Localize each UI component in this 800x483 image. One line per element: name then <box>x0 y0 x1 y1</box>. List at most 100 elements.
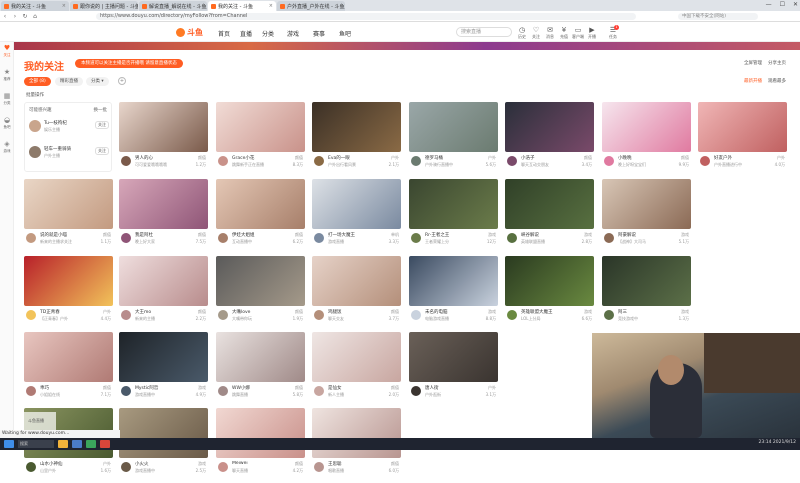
category-tag[interactable]: 颜值 <box>681 155 689 161</box>
sidebar-item[interactable]: ★ 推荐 <box>0 66 14 90</box>
streamer-name[interactable]: 打一场大魔王 <box>328 232 376 238</box>
category-tag[interactable]: 颜值 <box>103 232 111 238</box>
recommend-name[interactable]: 轻车一重骑骑 <box>44 146 71 152</box>
category-tag[interactable]: 颜值 <box>295 155 303 161</box>
stream-thumbnail[interactable] <box>505 256 594 306</box>
recommend-name[interactable]: Tu一枝枸杞 <box>44 120 67 126</box>
nav-category[interactable]: 分类 <box>262 29 274 38</box>
streamer-name[interactable]: 伊娃大姐姐 <box>232 232 280 238</box>
stream-thumbnail[interactable] <box>216 256 305 306</box>
avatar[interactable] <box>120 461 132 473</box>
browser-icon[interactable] <box>72 440 82 448</box>
nav-esports[interactable]: 赛事 <box>313 29 325 38</box>
fullscreen-manage-link[interactable]: 全屏管理 <box>744 60 762 66</box>
category-tag[interactable]: 颜值 <box>295 309 303 315</box>
stream-thumbnail[interactable] <box>216 332 305 382</box>
close-icon[interactable]: ✕ <box>793 1 798 8</box>
follow-button[interactable]: ♡ 关注 <box>529 26 543 39</box>
streamer-name[interactable]: 唐人街 <box>425 385 473 391</box>
category-tag[interactable]: 游戏 <box>198 461 206 467</box>
start-icon[interactable] <box>4 440 14 448</box>
tab-close-icon[interactable]: × <box>62 3 66 9</box>
browser-tab[interactable]: 户外直播_户外在线 - 斗鱼直播× <box>277 1 345 11</box>
stream-thumbnail[interactable] <box>312 408 401 458</box>
stream-card[interactable]: Mystic阿哲 游戏 游戏直播中 4.9万 <box>119 332 208 407</box>
stream-thumbnail[interactable] <box>602 102 691 152</box>
streamer-name[interactable]: Meiwei <box>232 461 280 466</box>
stream-thumbnail[interactable] <box>119 102 208 152</box>
avatar[interactable] <box>603 232 615 244</box>
avatar[interactable] <box>313 385 325 397</box>
avatar[interactable] <box>603 309 615 321</box>
follow-button[interactable]: 关注 <box>95 147 109 155</box>
category-tag[interactable]: 游戏 <box>488 232 496 238</box>
stream-thumbnail[interactable] <box>409 102 498 152</box>
stream-thumbnail[interactable] <box>119 332 208 382</box>
stream-thumbnail[interactable] <box>24 256 113 306</box>
streamer-name[interactable]: Mystic阿哲 <box>135 385 183 391</box>
stream-thumbnail[interactable] <box>216 408 305 458</box>
category-tag[interactable]: 颜值 <box>198 155 206 161</box>
streamer-name[interactable]: 我是阿杜 <box>135 232 183 238</box>
add-filter-icon[interactable]: + <box>118 77 126 85</box>
message-button[interactable]: ✉ 消息 <box>543 26 557 39</box>
tab-close-icon[interactable]: × <box>269 3 273 9</box>
avatar[interactable] <box>25 385 37 397</box>
stream-thumbnail[interactable] <box>312 332 401 382</box>
stream-thumbnail[interactable] <box>24 179 113 229</box>
start-live-button[interactable]: ▶ 开播 <box>585 26 599 39</box>
nav-yuba[interactable]: 鱼吧 <box>339 29 351 38</box>
stream-thumbnail[interactable] <box>216 102 305 152</box>
stream-thumbnail[interactable] <box>312 102 401 152</box>
avatar[interactable] <box>29 146 41 158</box>
sidebar-item[interactable]: ♥ 关注 <box>0 42 14 66</box>
streamer-name[interactable]: 阿三 <box>618 309 666 315</box>
stream-card[interactable]: 好友户外 户外 户外直播进行中 4.0万 <box>698 102 787 177</box>
history-button[interactable]: ◷ 历史 <box>515 26 529 39</box>
stream-thumbnail[interactable] <box>409 332 498 382</box>
streamer-name[interactable]: 男人的心 <box>135 155 183 161</box>
stream-card[interactable]: 阿三 游戏 竞技游戏中 1.3万 <box>602 256 691 331</box>
stream-thumbnail[interactable] <box>216 179 305 229</box>
stream-card[interactable]: 小晚晚 颜值 晚上好呀宝宝们 9.9万 <box>602 102 691 177</box>
streamer-name[interactable]: 好友户外 <box>714 155 762 161</box>
category-tag[interactable]: 颜值 <box>103 385 111 391</box>
nav-home[interactable]: 首页 <box>218 29 230 38</box>
stream-thumbnail[interactable] <box>602 179 691 229</box>
category-tag[interactable]: 户外 <box>391 155 399 161</box>
stream-card[interactable]: 打一场大魔王 单机 游戏直播 3.3万 <box>312 179 401 254</box>
streamer-name[interactable]: 英雄联盟大魔王 <box>521 309 569 315</box>
stream-thumbnail[interactable] <box>505 102 594 152</box>
category-tag[interactable]: 游戏 <box>584 232 592 238</box>
browser-tab[interactable]: 我的关注 - 斗鱼 × <box>208 1 276 11</box>
streamer-name[interactable]: Rr-王者之王 <box>425 232 473 238</box>
avatar[interactable] <box>506 232 518 244</box>
stream-card[interactable]: 大嘴love 颜值 大嘴带你玩 1.9万 <box>216 256 305 331</box>
category-tag[interactable]: 颜值 <box>584 155 592 161</box>
filter-live[interactable]: 精彩直播 <box>55 77 83 86</box>
share-link[interactable]: 分享主页 <box>768 60 786 66</box>
avatar[interactable] <box>217 461 229 473</box>
recharge-button[interactable]: ¥ 充值 <box>557 26 571 39</box>
avatar[interactable] <box>410 155 422 167</box>
avatar[interactable] <box>217 155 229 167</box>
stream-card[interactable]: 鸡腿饭 颜值 聊天交友 3.7万 <box>312 256 401 331</box>
refresh-batch-link[interactable]: 换一批 <box>94 107 108 113</box>
browser-search-input[interactable]: 中国下载不安全(网站) <box>678 13 758 20</box>
streamer-name[interactable]: Grace小花 <box>232 155 280 161</box>
avatar[interactable] <box>603 155 615 167</box>
category-tag[interactable]: 颜值 <box>391 309 399 315</box>
taskbar-search[interactable]: 搜索 <box>18 440 54 448</box>
category-tag[interactable]: 游戏 <box>488 309 496 315</box>
avatar[interactable] <box>506 309 518 321</box>
stream-thumbnail[interactable] <box>505 179 594 229</box>
stream-card[interactable]: 我是阿杜 颜值 晚上好大家 7.5万 <box>119 179 208 254</box>
stream-thumbnail[interactable] <box>312 256 401 306</box>
streamer-name[interactable]: 阿豪解说 <box>618 232 666 238</box>
stream-thumbnail[interactable] <box>409 256 498 306</box>
app-icon[interactable] <box>86 440 96 448</box>
avatar[interactable] <box>25 232 37 244</box>
stream-card[interactable]: 小浩子 颜值 聊天互动交朋友 3.4万 <box>505 102 594 177</box>
stream-thumbnail[interactable] <box>602 256 691 306</box>
avatar[interactable] <box>120 232 132 244</box>
